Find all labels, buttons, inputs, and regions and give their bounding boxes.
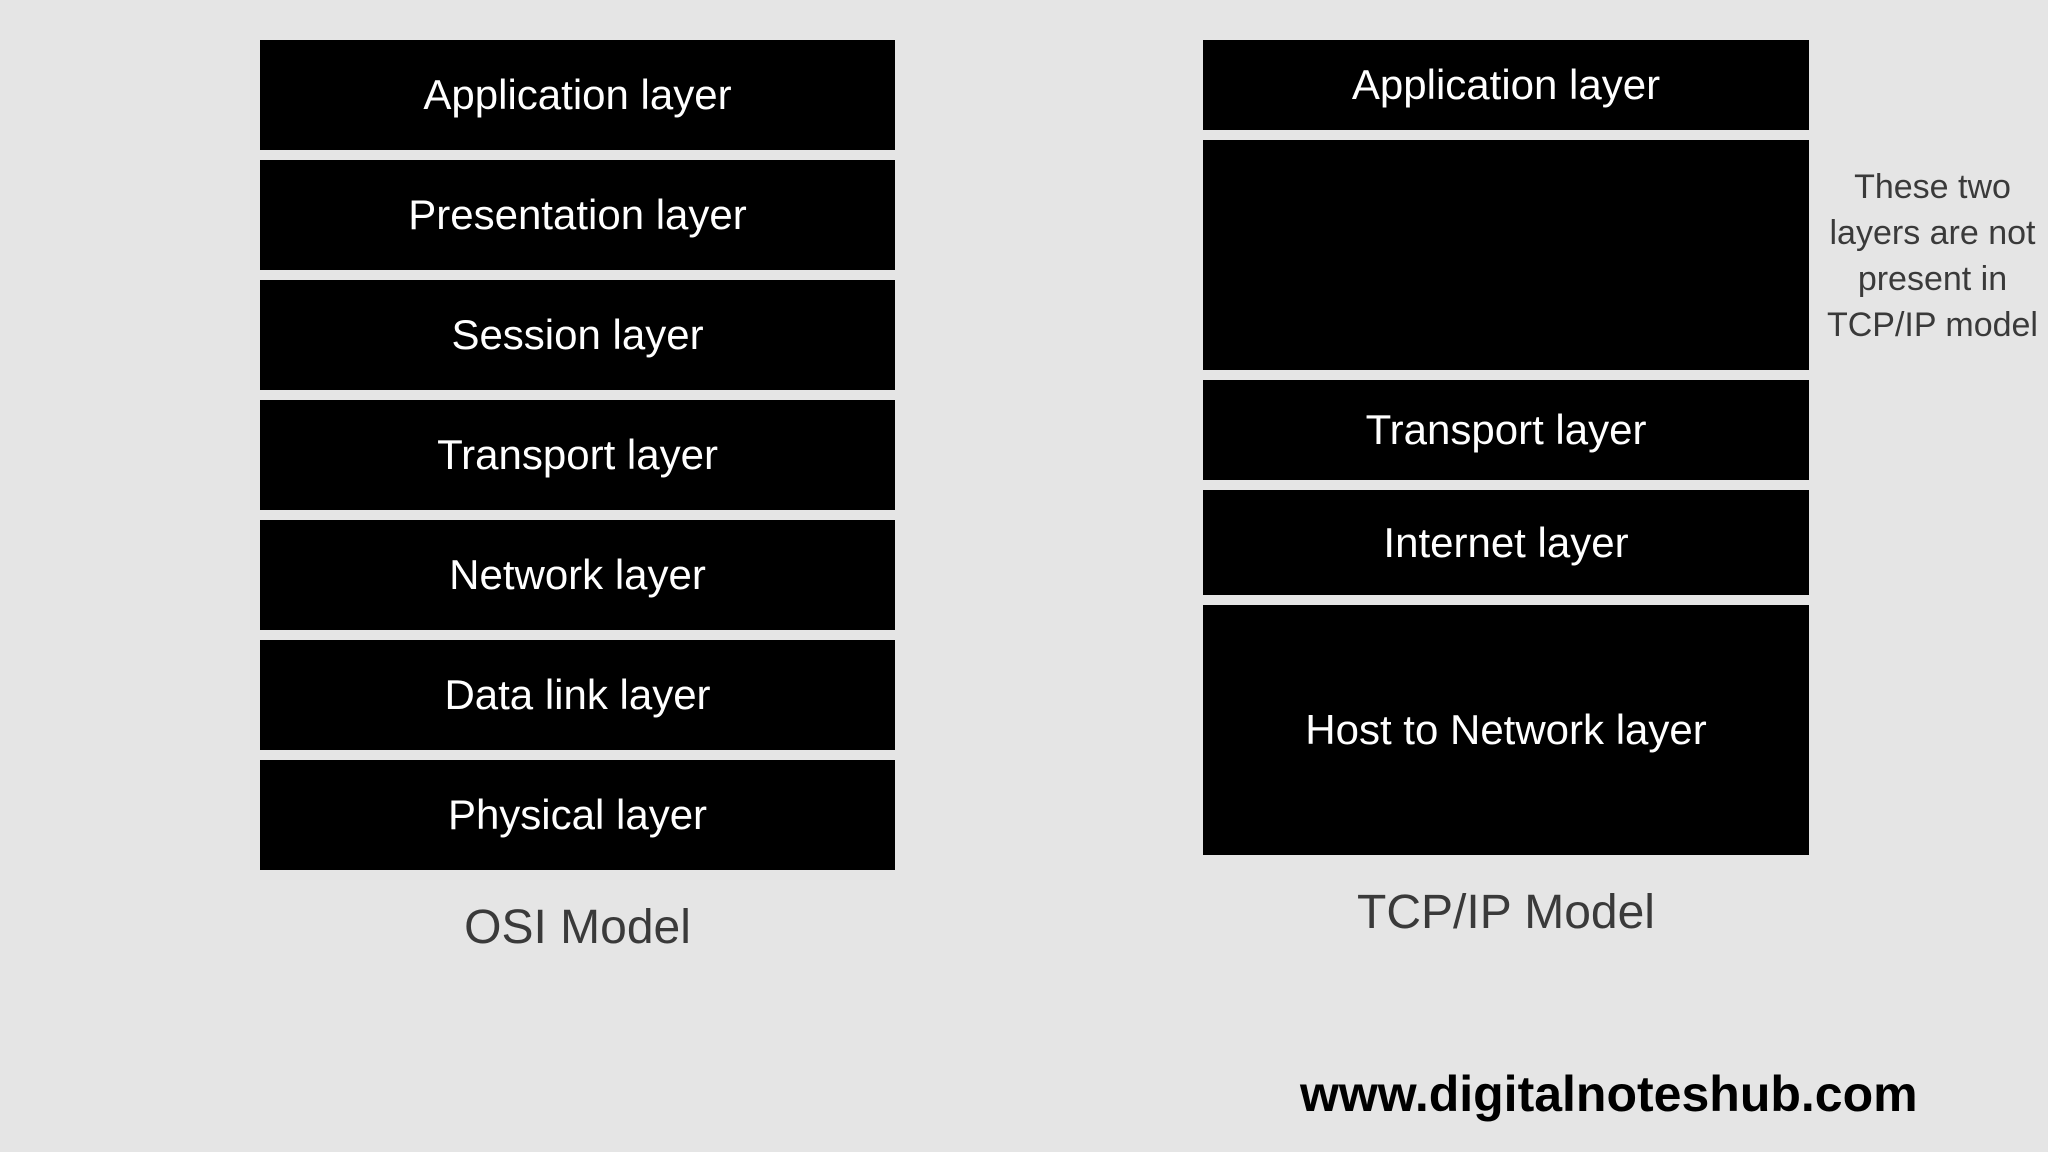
osi-layer-label: Transport layer: [437, 431, 718, 479]
osi-layer-label: Application layer: [423, 71, 731, 119]
watermark-text: www.digitalnoteshub.com: [1300, 1065, 1918, 1123]
tcpip-layer-internet: Internet layer: [1203, 490, 1809, 595]
osi-layer-label: Physical layer: [448, 791, 707, 839]
osi-layer-physical: Physical layer: [260, 760, 895, 870]
annotation-text: These two layers are not present in TCP/…: [1825, 165, 2040, 349]
osi-model-title: OSI Model: [260, 900, 895, 955]
tcpip-layer-empty: [1203, 140, 1809, 370]
osi-layer-transport: Transport layer: [260, 400, 895, 510]
osi-layer-datalink: Data link layer: [260, 640, 895, 750]
tcpip-layer-label: Internet layer: [1383, 519, 1628, 567]
tcpip-layer-transport: Transport layer: [1203, 380, 1809, 480]
osi-layer-label: Presentation layer: [408, 191, 747, 239]
tcpip-model-column: Application layer Transport layer Intern…: [1203, 40, 1809, 940]
osi-model-column: Application layer Presentation layer Ses…: [260, 40, 895, 955]
tcpip-layer-label: Host to Network layer: [1305, 706, 1706, 754]
osi-layer-network: Network layer: [260, 520, 895, 630]
osi-layer-label: Data link layer: [444, 671, 710, 719]
osi-layer-label: Network layer: [449, 551, 706, 599]
tcpip-layer-label: Transport layer: [1366, 406, 1647, 454]
tcpip-layer-application: Application layer: [1203, 40, 1809, 130]
osi-layer-application: Application layer: [260, 40, 895, 150]
osi-layer-label: Session layer: [451, 311, 703, 359]
tcpip-model-title: TCP/IP Model: [1203, 885, 1809, 940]
osi-layer-session: Session layer: [260, 280, 895, 390]
tcpip-layer-host: Host to Network layer: [1203, 605, 1809, 855]
tcpip-layer-label: Application layer: [1352, 61, 1660, 109]
osi-layer-presentation: Presentation layer: [260, 160, 895, 270]
